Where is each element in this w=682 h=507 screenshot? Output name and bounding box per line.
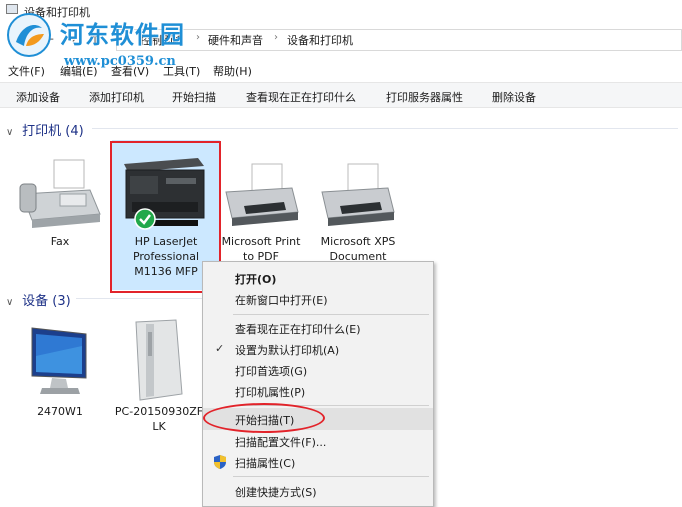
ctx-see-whats-printing[interactable]: 查看现在正在打印什么(E): [203, 318, 433, 338]
device-label: 2470W1: [37, 405, 83, 418]
uac-shield-icon: [214, 455, 226, 469]
add-device-button[interactable]: 添加设备: [16, 89, 60, 105]
see-whats-printing-button[interactable]: 查看现在正在打印什么: [246, 89, 356, 105]
group-divider: [92, 128, 678, 129]
ctx-label: 设置为默认打印机(A): [235, 344, 340, 357]
breadcrumb-hardware-sound[interactable]: 硬件和声音: [208, 32, 263, 48]
printer-icon: [225, 163, 299, 226]
ctx-label: 打印机属性(P): [235, 386, 306, 399]
ctx-open[interactable]: 打开(O): [203, 268, 433, 288]
ctx-label: 创建快捷方式(S): [235, 486, 317, 499]
context-menu: 打开(O) 在新窗口中打开(E) 查看现在正在打印什么(E) ✓ 设置为默认打印…: [202, 261, 434, 507]
device-label-line-1: Microsoft Print: [221, 235, 301, 248]
menu-help[interactable]: 帮助(H): [213, 63, 252, 79]
devices-group-label: 设备 (3): [22, 294, 71, 309]
device-microsoft-xps-document[interactable]: Microsoft XPS Document: [310, 150, 406, 263]
ctx-label: 查看现在正在打印什么(E): [235, 323, 361, 336]
monitor-icon: [31, 327, 87, 394]
collapse-chevron-icon[interactable]: ∨: [6, 127, 18, 138]
menu-tools[interactable]: 工具(T): [163, 63, 200, 79]
fax-icon: [19, 159, 101, 228]
device-microsoft-print-to-pdf[interactable]: Microsoft Print to PDF: [214, 150, 308, 263]
ctx-printing-preferences[interactable]: 打印首选项(G): [203, 360, 433, 380]
add-printer-button[interactable]: 添加打印机: [89, 89, 144, 105]
menu-file[interactable]: 文件(F): [8, 63, 45, 79]
annotation-ellipse: [203, 403, 325, 433]
ctx-label: 打印首选项(G): [235, 365, 308, 378]
breadcrumb-separator: ›: [274, 32, 278, 43]
device-label-line-1: PC-20150930ZF: [114, 405, 204, 418]
device-label-line-1: Microsoft XPS: [320, 235, 396, 248]
remove-device-button[interactable]: 删除设备: [492, 89, 536, 105]
command-toolbar: 添加设备 添加打印机 开始扫描 查看现在正在打印什么 打印服务器属性 删除设备: [0, 82, 682, 108]
ctx-scan-profiles[interactable]: 扫描配置文件(F)...: [203, 431, 433, 451]
ctx-label: 扫描属性(C): [235, 457, 296, 470]
ctx-label: 扫描配置文件(F)...: [235, 436, 327, 449]
watermark-title: 河东软件园: [60, 20, 185, 49]
watermark-logo-icon: [7, 13, 51, 57]
menu-view[interactable]: 查看(V): [111, 63, 149, 79]
printers-group-label: 打印机 (4): [22, 124, 84, 139]
ctx-set-default-printer[interactable]: ✓ 设置为默认打印机(A): [203, 339, 433, 359]
printer-icon: [321, 163, 395, 226]
device-label: Fax: [50, 235, 70, 248]
collapse-chevron-icon[interactable]: ∨: [6, 297, 18, 308]
breadcrumb-devices-printers[interactable]: 设备和打印机: [287, 32, 353, 48]
devices-group-header[interactable]: ∨ 设备 (3): [6, 290, 71, 309]
device-pc-tower[interactable]: PC-20150930ZF LK: [112, 318, 206, 438]
ctx-separator: [233, 314, 429, 315]
ctx-label: 在新窗口中打开(E): [235, 294, 328, 307]
start-scan-button[interactable]: 开始扫描: [172, 89, 216, 105]
menu-edit[interactable]: 编辑(E): [60, 63, 98, 79]
computer-tower-icon: [135, 319, 183, 401]
print-server-properties-button[interactable]: 打印服务器属性: [386, 89, 463, 105]
ctx-separator: [233, 476, 429, 477]
ctx-create-shortcut[interactable]: 创建快捷方式(S): [203, 481, 433, 501]
ctx-scan-properties[interactable]: 扫描属性(C): [203, 452, 433, 472]
menu-bar: 文件(F) 编辑(E) 查看(V) 工具(T) 帮助(H): [0, 60, 682, 80]
device-label-line-2: LK: [152, 420, 166, 433]
checkmark-icon: ✓: [215, 342, 225, 355]
device-fax[interactable]: Fax: [12, 150, 108, 260]
ctx-printer-properties[interactable]: 打印机属性(P): [203, 381, 433, 401]
ctx-label: 打开(O): [235, 273, 277, 286]
ctx-open-new-window[interactable]: 在新窗口中打开(E): [203, 289, 433, 309]
device-monitor-2470w1[interactable]: 2470W1: [12, 318, 108, 418]
printers-group-header[interactable]: ∨ 打印机 (4): [6, 120, 84, 139]
group-divider: [76, 298, 202, 299]
